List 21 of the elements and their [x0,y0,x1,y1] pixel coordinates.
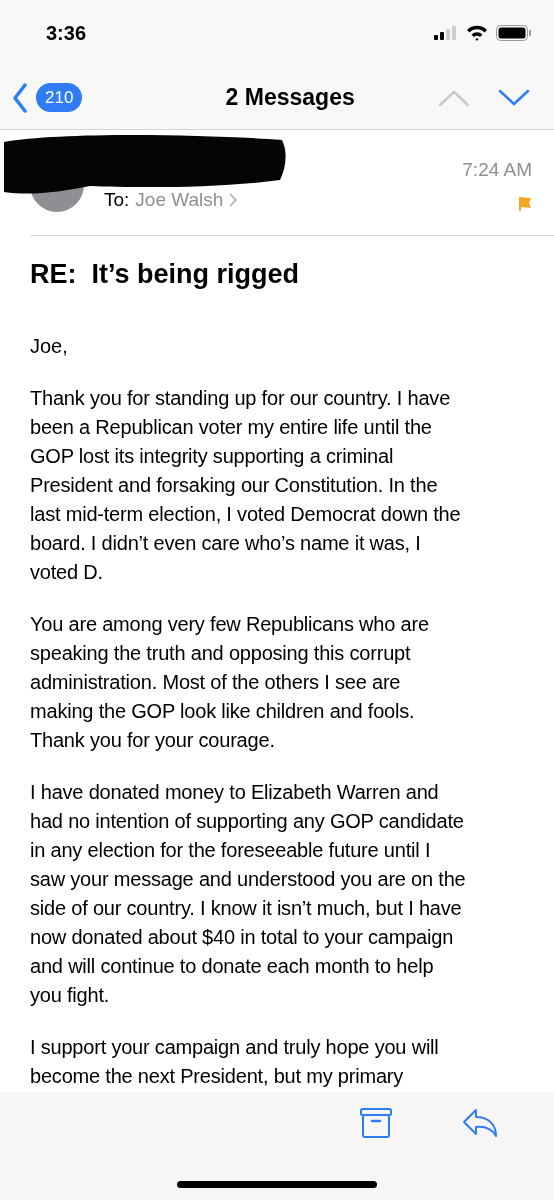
signal-icon [434,26,458,40]
reply-icon[interactable] [462,1108,498,1138]
status-time: 3:36 [46,21,87,46]
back-button[interactable]: 210 [12,82,83,113]
message-paragraph: I have donated money to Elizabeth Warren and had no intention of supporting any GOP candidate in any election for the foreseeable future until I saw your message and understood you are on the side of our country. I know it isn’t much, but I have now donated about $40 in total to your campaign and will continue to donate each month to help you fight. [30,780,467,1008]
battery-icon [496,25,532,41]
wifi-icon [466,25,488,41]
greeting: Joe, [30,334,69,359]
archive-icon[interactable] [360,1108,392,1138]
back-icon [12,82,28,113]
message-paragraph: You are among very few Republicans who are speaking the truth and opposing this corrupt administration. Most of the others I see are making the GOP look like children and fools. Thank you for your courage. [30,612,430,753]
window-title: 2 Messages [224,83,356,113]
message-paragraph: Thank you for standing up for our country. I have been a Republican voter my entire life until the GOP lost its integrity supporting a criminal President and forsaking our Constitution. In the last mid-term election, I voted Democrat down the board. I didn’t even care who’s name it was, I voted D. [30,386,462,585]
unread-count: 210 [36,82,83,113]
message-subject: RE: It’s being rigged [30,258,300,291]
message-paragraph: I support your campaign and truly hope you will become the next President, but my primary [30,1035,440,1089]
to-label: To: [104,188,130,212]
chevron-icon [229,193,238,208]
message-time: 7:24 AM [462,158,532,182]
recipient-link[interactable]: Joe Walsh [135,186,224,215]
down-chevron-icon[interactable] [498,88,530,107]
